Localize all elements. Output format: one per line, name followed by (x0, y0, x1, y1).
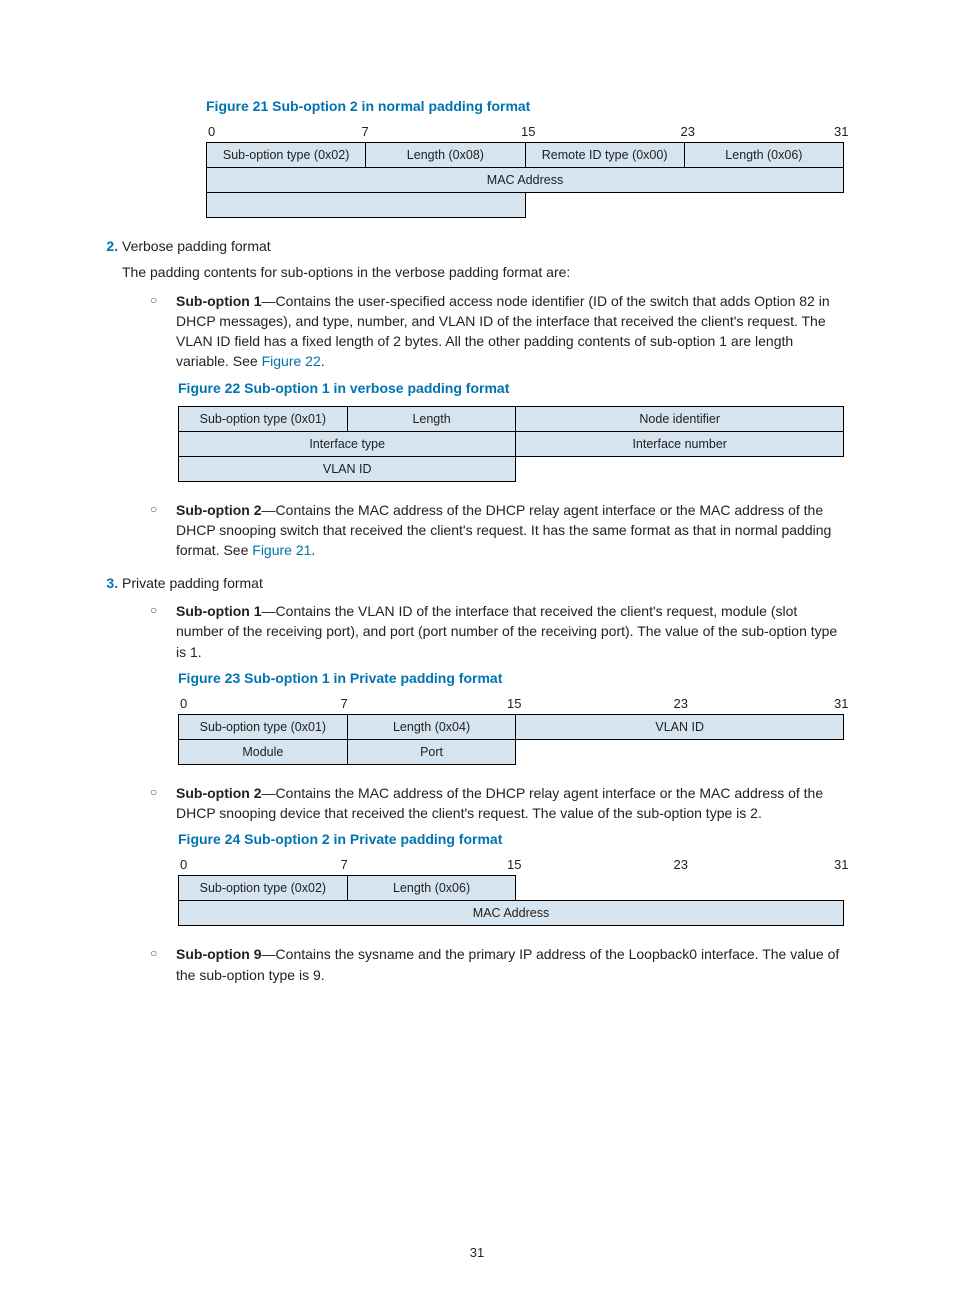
cell-mac-address: MAC Address (207, 168, 844, 193)
cell-empty (516, 876, 844, 901)
figure-24: Figure 24 Sub-option 2 in Private paddin… (178, 831, 844, 926)
figure-link[interactable]: Figure 21 (252, 542, 311, 558)
cell-empty (207, 193, 526, 218)
figure-21: Figure 21 Sub-option 2 in normal padding… (206, 98, 844, 218)
sub-item: ○ Sub-option 9—Contains the sysname and … (150, 944, 844, 985)
list-item-private: Private padding format ○ Sub-option 1—Co… (122, 573, 844, 985)
cell-mac-address: MAC Address (179, 901, 844, 926)
verbose-title: Verbose padding format (122, 236, 844, 256)
circle-bullet-icon: ○ (150, 291, 176, 372)
figure-21-diagram: Sub-option type (0x02) Length (0x08) Rem… (206, 142, 844, 218)
private-sublist: ○ Sub-option 2—Contains the MAC address … (150, 783, 844, 824)
figure-23: Figure 23 Sub-option 1 in Private paddin… (178, 670, 844, 765)
page: Figure 21 Sub-option 2 in normal padding… (0, 0, 954, 1296)
text-tail: . (311, 542, 315, 558)
sub-item: ○ Sub-option 1—Contains the user-specifi… (150, 291, 844, 372)
cell-length: Length (0x08) (366, 143, 525, 168)
cell-port: Port (347, 739, 516, 764)
cell-suboption-type: Sub-option type (0x01) (179, 714, 348, 739)
cell-empty (516, 456, 844, 481)
cell-empty (525, 193, 844, 218)
cell-length: Length (0x06) (684, 143, 843, 168)
cell-module: Module (179, 739, 348, 764)
circle-bullet-icon: ○ (150, 500, 176, 561)
sub-option-desc: —Contains the sysname and the primary IP… (176, 946, 839, 982)
figure-24-bit-ruler: 0 7 15 23 31 (180, 857, 846, 872)
sub-option-desc: —Contains the MAC address of the DHCP re… (176, 785, 823, 821)
figure-link[interactable]: Figure 22 (262, 353, 321, 369)
verbose-sublist: ○ Sub-option 1—Contains the user-specifi… (150, 291, 844, 372)
cell-vlan-id: VLAN ID (179, 456, 516, 481)
figure-21-caption: Figure 21 Sub-option 2 in normal padding… (206, 98, 844, 114)
cell-suboption-type: Sub-option type (0x01) (179, 406, 348, 431)
cell-remote-id-type: Remote ID type (0x00) (525, 143, 684, 168)
circle-bullet-icon: ○ (150, 944, 176, 985)
cell-length: Length (0x04) (347, 714, 516, 739)
private-sublist: ○ Sub-option 9—Contains the sysname and … (150, 944, 844, 985)
sub-item: ○ Sub-option 2—Contains the MAC address … (150, 500, 844, 561)
sub-option-label: Sub-option 2 (176, 785, 262, 801)
sub-option-1-text: Sub-option 1—Contains the VLAN ID of the… (176, 601, 844, 662)
figure-22-diagram: Sub-option type (0x01) Length Node ident… (178, 406, 844, 482)
figure-24-caption: Figure 24 Sub-option 2 in Private paddin… (178, 831, 844, 847)
figure-23-bit-ruler: 0 7 15 23 31 (180, 696, 846, 711)
circle-bullet-icon: ○ (150, 783, 176, 824)
verbose-intro: The padding contents for sub-options in … (122, 262, 844, 282)
figure-22-caption: Figure 22 Sub-option 1 in verbose paddin… (178, 380, 844, 396)
cell-vlan-id: VLAN ID (516, 714, 844, 739)
cell-suboption-type: Sub-option type (0x02) (207, 143, 366, 168)
figure-23-diagram: Sub-option type (0x01) Length (0x04) VLA… (178, 714, 844, 765)
sub-option-2-text: Sub-option 2—Contains the MAC address of… (176, 783, 844, 824)
figure-21-bit-ruler: 0 7 15 23 31 (208, 124, 846, 139)
cell-suboption-type: Sub-option type (0x02) (179, 876, 348, 901)
figure-24-diagram: Sub-option type (0x02) Length (0x06) MAC… (178, 875, 844, 926)
sub-item: ○ Sub-option 2—Contains the MAC address … (150, 783, 844, 824)
main-list: Verbose padding format The padding conte… (122, 236, 844, 985)
sub-option-label: Sub-option 1 (176, 603, 262, 619)
private-sublist: ○ Sub-option 1—Contains the VLAN ID of t… (150, 601, 844, 662)
cell-node-identifier: Node identifier (516, 406, 844, 431)
cell-interface-number: Interface number (516, 431, 844, 456)
cell-interface-type: Interface type (179, 431, 516, 456)
sub-option-1-text: Sub-option 1—Contains the user-specified… (176, 291, 844, 372)
sub-item: ○ Sub-option 1—Contains the VLAN ID of t… (150, 601, 844, 662)
sub-option-label: Sub-option 1 (176, 293, 262, 309)
sub-option-label: Sub-option 9 (176, 946, 262, 962)
verbose-sublist: ○ Sub-option 2—Contains the MAC address … (150, 500, 844, 561)
circle-bullet-icon: ○ (150, 601, 176, 662)
cell-length: Length (0x06) (347, 876, 516, 901)
text-tail: . (321, 353, 325, 369)
cell-empty (516, 739, 844, 764)
sub-option-label: Sub-option 2 (176, 502, 262, 518)
list-item-verbose: Verbose padding format The padding conte… (122, 236, 844, 561)
cell-length: Length (347, 406, 516, 431)
page-number: 31 (0, 1245, 954, 1260)
figure-23-caption: Figure 23 Sub-option 1 in Private paddin… (178, 670, 844, 686)
figure-22: Figure 22 Sub-option 1 in verbose paddin… (178, 380, 844, 482)
sub-option-9-text: Sub-option 9—Contains the sysname and th… (176, 944, 844, 985)
sub-option-2-text: Sub-option 2—Contains the MAC address of… (176, 500, 844, 561)
sub-option-desc: —Contains the VLAN ID of the interface t… (176, 603, 837, 660)
private-title: Private padding format (122, 573, 844, 593)
